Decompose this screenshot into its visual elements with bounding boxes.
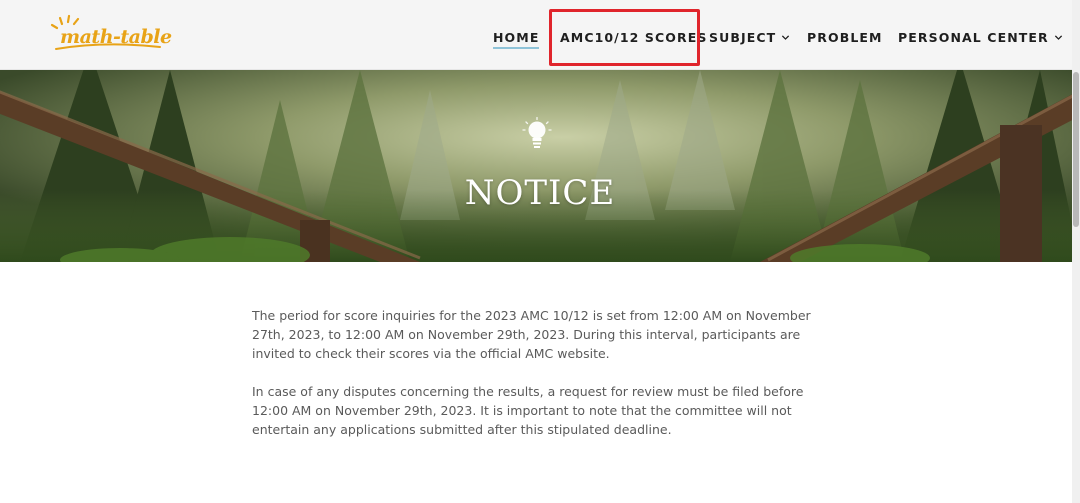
nav-subject-label: SUBJECT (709, 29, 777, 45)
nav-problem-label: PROBLEM (807, 29, 883, 45)
scrollbar-thumb[interactable] (1073, 72, 1079, 227)
page-title: NOTICE (464, 173, 616, 213)
logo-text: math-table (60, 26, 172, 48)
nav-home-label: HOME (493, 29, 540, 45)
vertical-scrollbar[interactable] (1072, 0, 1080, 503)
nav-amc-scores[interactable]: AMC10/12 SCORES (560, 28, 707, 46)
site-header: math-table HOME AMC10/12 SCORES SUBJECT … (0, 0, 1080, 70)
lightbulb-icon (522, 117, 552, 148)
hero-banner: NOTICE (0, 70, 1080, 262)
nav-subject[interactable]: SUBJECT (709, 28, 790, 46)
notice-paragraph: In case of any disputes concerning the r… (252, 384, 804, 437)
chevron-down-icon (1054, 34, 1062, 40)
notice-content: The period for score inquiries for the 2… (252, 306, 832, 439)
notice-paragraph: The period for score inquiries for the 2… (252, 308, 811, 361)
forest-background-image (0, 70, 1080, 262)
site-logo[interactable]: math-table (50, 14, 172, 56)
nav-amc-scores-label: AMC10/12 SCORES (560, 29, 708, 45)
nav-problem[interactable]: PROBLEM (807, 28, 883, 46)
nav-personal-center-label: PERSONAL CENTER (898, 29, 1049, 45)
nav-personal-center[interactable]: PERSONAL CENTER (898, 28, 1063, 46)
nav-home[interactable]: HOME (493, 28, 540, 49)
chevron-down-icon (782, 34, 790, 40)
